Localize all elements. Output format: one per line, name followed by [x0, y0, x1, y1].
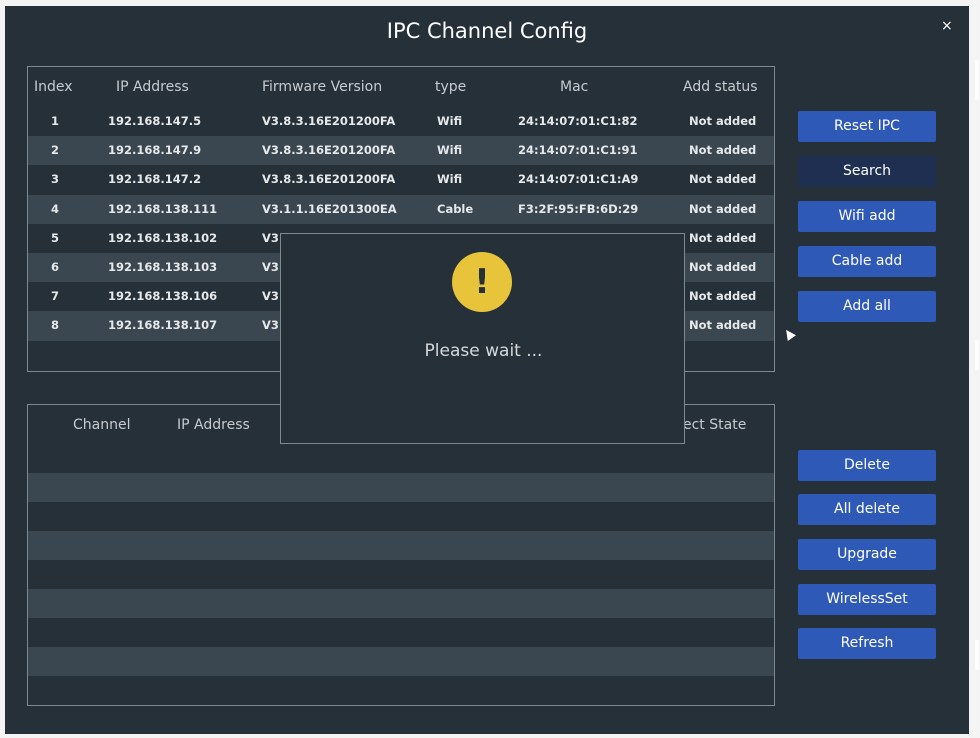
- cell-mac: F3:2F:95:FB:6D:29: [518, 201, 639, 216]
- col-type: type: [435, 79, 467, 95]
- col-add-status: Add status: [683, 79, 758, 95]
- cell-firmware: V3.1.1.16E201300EA: [262, 201, 397, 216]
- cell-ip-address: 192.168.138.106: [108, 289, 218, 304]
- reset-ipc-button[interactable]: Reset IPC: [798, 111, 936, 142]
- cell-firmware: V3.8.3.16E201200FA: [262, 172, 396, 187]
- table-row[interactable]: [28, 531, 774, 560]
- cell-index: 4: [51, 201, 60, 216]
- table-row[interactable]: 2 192.168.147.9 V3.8.3.16E201200FA Wifi 24:1…: [28, 136, 774, 166]
- cell-status: Not added: [689, 230, 757, 245]
- refresh-button[interactable]: Refresh: [798, 628, 936, 659]
- cell-index: 5: [51, 230, 60, 245]
- cell-status: Not added: [689, 318, 757, 333]
- channel-table: Channel IP Address ect State: [27, 404, 775, 706]
- close-icon[interactable]: ×: [941, 18, 953, 34]
- ipc-channel-config-window: IPC Channel Config × Index IP Address Fi…: [5, 6, 969, 734]
- table-row[interactable]: 3 192.168.147.2 V3.8.3.16E201200FA Wifi 24:1…: [28, 165, 774, 195]
- col-ip-address: IP Address: [116, 79, 189, 95]
- col-mac: Mac: [560, 79, 589, 95]
- cell-firmware: V3.8.3.16E201200FA: [262, 114, 396, 128]
- cell-mac: 24:14:07:01:C1:91: [518, 143, 638, 158]
- mouse-cursor-icon: [782, 327, 796, 341]
- cell-index: 8: [51, 318, 60, 333]
- cell-mac: 24:14:07:01:C1:82: [518, 114, 638, 128]
- cell-index: 6: [51, 259, 60, 274]
- table-row[interactable]: [28, 589, 774, 618]
- edge-mark: [975, 640, 979, 670]
- cell-type: Wifi: [437, 143, 463, 158]
- cell-status: Not added: [689, 114, 757, 128]
- cell-ip-address: 192.168.138.103: [108, 259, 218, 274]
- cell-ip-address: 192.168.147.5: [108, 114, 202, 128]
- add-all-button[interactable]: Add all: [798, 291, 936, 322]
- cell-type: Cable: [437, 201, 474, 216]
- dialog-message: Please wait ...: [424, 341, 543, 361]
- upgrade-button[interactable]: Upgrade: [798, 539, 936, 570]
- cell-type: Wifi: [437, 172, 463, 187]
- cell-status: Not added: [689, 289, 757, 304]
- table-row[interactable]: [28, 473, 774, 502]
- cell-firmware: V3: [262, 318, 279, 333]
- col-index: Index: [34, 79, 73, 95]
- cell-ip-address: 192.168.138.102: [108, 230, 218, 245]
- cell-firmware: V3: [262, 230, 279, 245]
- window-title: IPC Channel Config: [386, 19, 588, 43]
- cell-mac: 24:14:07:01:C1:A9: [518, 172, 639, 187]
- table-row[interactable]: 1 192.168.147.5 V3.8.3.16E201200FA Wifi 24:1…: [28, 107, 774, 137]
- delete-button[interactable]: Delete: [798, 450, 936, 481]
- cell-status: Not added: [689, 201, 757, 216]
- edge-mark: [975, 340, 979, 370]
- search-button[interactable]: Search: [798, 156, 936, 187]
- cell-type: Wifi: [437, 114, 463, 128]
- col-firmware: Firmware Version: [262, 79, 383, 95]
- col-channel: Channel: [73, 417, 131, 433]
- all-delete-button[interactable]: All delete: [798, 494, 936, 525]
- cell-index: 2: [51, 143, 60, 158]
- cell-status: Not added: [689, 143, 757, 158]
- cell-index: 1: [51, 114, 60, 128]
- cell-status: Not added: [689, 259, 757, 274]
- wireless-set-button[interactable]: WirelessSet: [798, 584, 936, 615]
- warning-icon: !: [452, 252, 512, 312]
- col-connect-state: ect State: [683, 417, 747, 433]
- cell-index: 3: [51, 172, 60, 187]
- edge-mark: [975, 60, 979, 100]
- table-row[interactable]: [28, 647, 774, 676]
- ipc-table-header: Index IP Address Firmware Version type M…: [28, 67, 774, 107]
- cell-ip-address: 192.168.147.2: [108, 172, 202, 187]
- cell-ip-address: 192.168.147.9: [108, 143, 202, 158]
- cable-add-button[interactable]: Cable add: [798, 246, 936, 277]
- cell-ip-address: 192.168.138.107: [108, 318, 218, 333]
- cell-ip-address: 192.168.138.111: [108, 201, 218, 216]
- table-row[interactable]: 4 192.168.138.111 V3.1.1.16E201300EA Cable F…: [28, 194, 774, 224]
- cell-firmware: V3: [262, 289, 279, 304]
- cell-firmware: V3.8.3.16E201200FA: [262, 143, 396, 158]
- cell-firmware: V3: [262, 259, 279, 274]
- cell-status: Not added: [689, 172, 757, 187]
- col-channel-ip: IP Address: [177, 417, 250, 433]
- please-wait-dialog: ! Please wait ...: [280, 233, 685, 444]
- wifi-add-button[interactable]: Wifi add: [798, 201, 936, 232]
- cell-index: 7: [51, 289, 60, 304]
